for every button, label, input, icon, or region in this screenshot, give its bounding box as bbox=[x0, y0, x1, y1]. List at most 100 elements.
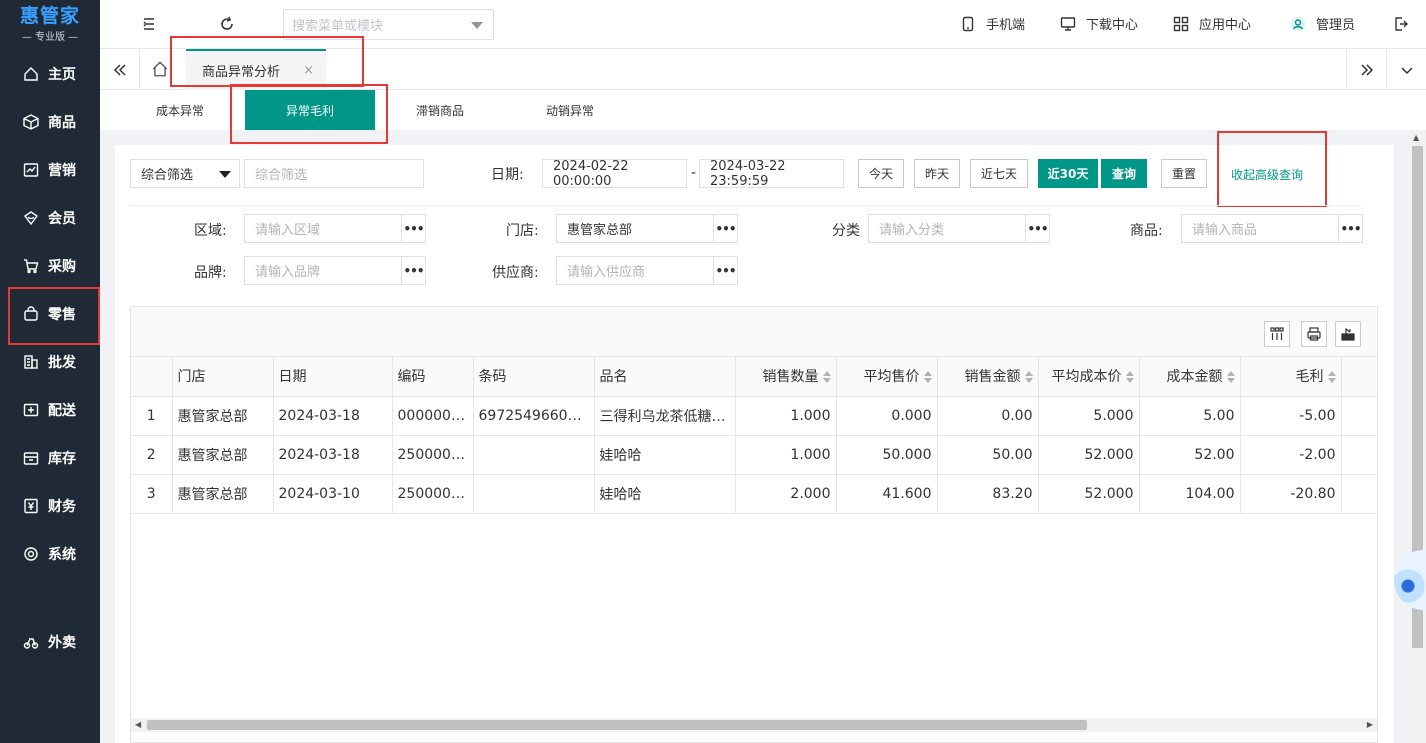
horizontal-scroll-thumb[interactable] bbox=[147, 720, 1087, 730]
sidebar-item-inventory[interactable]: 库存 bbox=[0, 438, 100, 478]
sidebar-item-marketing[interactable]: 营销 bbox=[0, 150, 100, 190]
user-name: 管理员 bbox=[1316, 18, 1356, 33]
refresh-icon[interactable] bbox=[218, 15, 236, 33]
sidebar-item-home[interactable]: 主页 bbox=[0, 54, 100, 94]
retail-highlight-box bbox=[8, 287, 100, 345]
table-header-row: 门店 日期 编码 条码 品名 销售数量 平均售价 销售金额 平均成本价 成本金额… bbox=[131, 357, 1378, 397]
sidebar-item-members[interactable]: 会员 bbox=[0, 198, 100, 238]
chevron-down-icon bbox=[219, 171, 231, 178]
app-center-link[interactable]: 应用中心 bbox=[1173, 14, 1251, 33]
supplier-input[interactable]: 请输入供应商 ••• bbox=[556, 256, 738, 285]
header-cost-amount[interactable]: 成本金额 bbox=[1139, 357, 1241, 397]
header-store: 门店 bbox=[172, 357, 274, 397]
mobile-link[interactable]: 手机端 bbox=[960, 14, 1025, 33]
sort-icon[interactable] bbox=[1024, 370, 1033, 384]
sort-icon[interactable] bbox=[1327, 370, 1336, 384]
query-button[interactable]: 查询 bbox=[1101, 159, 1147, 188]
product-picker-button[interactable]: ••• bbox=[1338, 215, 1362, 242]
table-horizontal-scrollbar[interactable]: ◀ ▶ bbox=[131, 718, 1377, 732]
warehouse-icon bbox=[22, 449, 40, 467]
cell-avg-cost: 52.000 bbox=[1038, 474, 1140, 514]
cell-date: 2024-03-18 bbox=[273, 435, 393, 475]
last-30-days-button[interactable]: 近30天 bbox=[1038, 159, 1098, 188]
home-icon bbox=[22, 65, 40, 83]
table-row[interactable]: 3 惠管家总部 2024-03-10 25000001 娃哈哈 2.000 41… bbox=[131, 474, 1378, 514]
sidebar-item-purchase[interactable]: 采购 bbox=[0, 246, 100, 286]
header-sales-amount[interactable]: 销售金额 bbox=[937, 357, 1039, 397]
print-button[interactable] bbox=[1301, 321, 1327, 347]
header-label: 毛利 bbox=[1295, 369, 1324, 386]
combo-filter-input[interactable]: 综合筛选 bbox=[244, 159, 424, 188]
product-input[interactable]: 请输入商品 ••• bbox=[1181, 214, 1363, 243]
store-input[interactable]: 惠管家总部 ••• bbox=[556, 214, 738, 243]
assistant-bot-icon[interactable] bbox=[1394, 550, 1426, 610]
today-button[interactable]: 今天 bbox=[858, 159, 904, 188]
region-input[interactable]: 请输入区域 ••• bbox=[244, 214, 426, 243]
tabs-dropdown[interactable] bbox=[1386, 49, 1426, 90]
sidebar-item-takeout[interactable]: 外卖 bbox=[0, 622, 100, 662]
page-vertical-scrollbar[interactable]: ▲ bbox=[1409, 130, 1426, 743]
header-gross-profit[interactable]: 毛利 bbox=[1240, 357, 1342, 397]
menu-toggle-icon[interactable] bbox=[140, 15, 158, 33]
brand-picker-button[interactable]: ••• bbox=[401, 257, 425, 284]
category-input[interactable]: 请输入分类 ••• bbox=[868, 214, 1050, 243]
combo-filter-value: 综合筛选 bbox=[141, 168, 194, 183]
date-end-input[interactable]: 2024-03-22 23:59:59 bbox=[699, 159, 844, 189]
sort-icon[interactable] bbox=[822, 370, 831, 384]
cell-filler bbox=[1341, 474, 1378, 514]
sort-icon[interactable] bbox=[1226, 370, 1235, 384]
table-row[interactable]: 2 惠管家总部 2024-03-18 25000001 娃哈哈 1.000 50… bbox=[131, 435, 1378, 475]
tabs-scroll-left[interactable] bbox=[100, 49, 140, 90]
scroll-left-arrow-icon[interactable]: ◀ bbox=[135, 720, 141, 729]
advanced-search-highlight-box bbox=[1217, 131, 1327, 207]
logo: 惠管家 — 专业版 — bbox=[0, 0, 100, 48]
scroll-up-arrow-icon[interactable]: ▲ bbox=[1413, 133, 1419, 142]
export-button[interactable] bbox=[1335, 321, 1361, 347]
sidebar-item-delivery[interactable]: 配送 bbox=[0, 390, 100, 430]
sidebar-item-products[interactable]: 商品 bbox=[0, 102, 100, 142]
logout-icon[interactable] bbox=[1392, 15, 1410, 33]
tab-highlight-box bbox=[170, 36, 364, 87]
user-menu[interactable]: 管理员 bbox=[1290, 14, 1355, 33]
subtab-slow-moving[interactable]: 滞销商品 bbox=[416, 90, 464, 130]
sort-icon[interactable] bbox=[1125, 370, 1134, 384]
cell-cost-amount: 5.00 bbox=[1139, 396, 1241, 436]
header-code: 编码 bbox=[392, 357, 474, 397]
cell-sales-qty: 1.000 bbox=[735, 435, 837, 475]
download-center-link[interactable]: 下载中心 bbox=[1060, 14, 1138, 33]
subtab-cost-anomaly[interactable]: 成本异常 bbox=[156, 90, 204, 130]
header-sales-qty[interactable]: 销售数量 bbox=[735, 357, 837, 397]
region-picker-button[interactable]: ••• bbox=[401, 215, 425, 242]
date-start-input[interactable]: 2024-02-22 00:00:00 bbox=[542, 159, 687, 189]
tabs-scroll-right[interactable] bbox=[1346, 49, 1386, 90]
tab-home[interactable] bbox=[148, 59, 172, 79]
header-label: 销售金额 bbox=[964, 369, 1021, 386]
last-7-days-button[interactable]: 近七天 bbox=[970, 159, 1028, 188]
yesterday-button[interactable]: 昨天 bbox=[914, 159, 960, 188]
sidebar-item-finance[interactable]: 财务 bbox=[0, 486, 100, 526]
supplier-picker-button[interactable]: ••• bbox=[713, 257, 737, 284]
reset-button[interactable]: 重置 bbox=[1161, 159, 1207, 188]
header-avg-cost[interactable]: 平均成本价 bbox=[1038, 357, 1140, 397]
sidebar-item-wholesale[interactable]: 批发 bbox=[0, 342, 100, 382]
header-avg-price[interactable]: 平均售价 bbox=[836, 357, 938, 397]
export-icon bbox=[1341, 327, 1355, 341]
cell-filler bbox=[1341, 435, 1378, 475]
store-picker-button[interactable]: ••• bbox=[713, 215, 737, 242]
sort-icon[interactable] bbox=[923, 370, 932, 384]
scroll-right-arrow-icon[interactable]: ▶ bbox=[1367, 720, 1373, 729]
brand-edition: — 专业版 — bbox=[21, 31, 79, 43]
supplier-placeholder: 请输入供应商 bbox=[567, 265, 646, 280]
sidebar-item-system[interactable]: 系统 bbox=[0, 534, 100, 574]
combo-filter-select[interactable]: 综合筛选 bbox=[130, 159, 240, 188]
table-row[interactable]: 1 惠管家总部 2024-03-18 00000039 697254966013… bbox=[131, 396, 1378, 436]
member-icon bbox=[22, 209, 40, 227]
sidebar: 惠管家 — 专业版 — 主页 商品 营销 会员 采购 零售 批发 配送 库存 财… bbox=[0, 0, 100, 743]
brand-placeholder: 请输入品牌 bbox=[255, 265, 321, 280]
double-chevron-right-icon bbox=[1360, 63, 1373, 76]
category-picker-button[interactable]: ••• bbox=[1025, 215, 1049, 242]
column-filter-button[interactable] bbox=[1264, 321, 1290, 347]
subtab-movement-anomaly[interactable]: 动销异常 bbox=[546, 90, 594, 130]
brand-input[interactable]: 请输入品牌 ••• bbox=[244, 256, 426, 285]
cell-avg-cost: 5.000 bbox=[1038, 396, 1140, 436]
